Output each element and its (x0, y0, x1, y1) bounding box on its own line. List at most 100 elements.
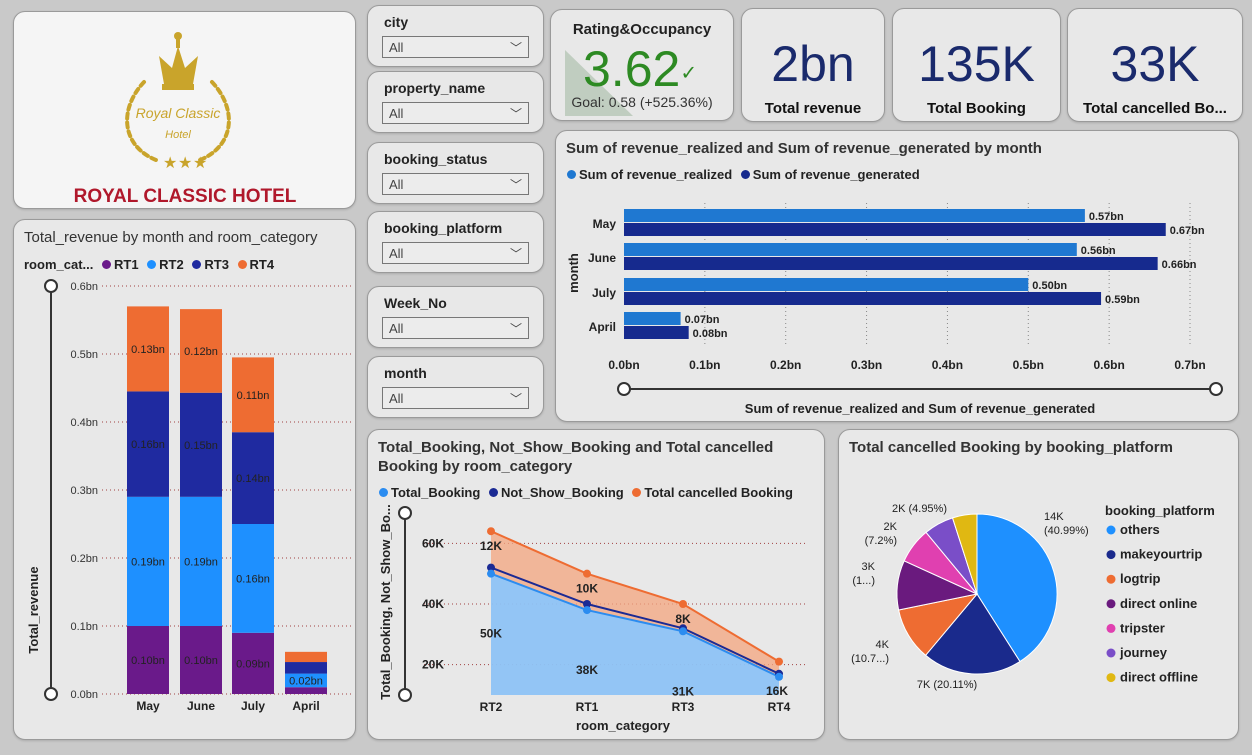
slider-handle-bottom[interactable] (44, 687, 58, 701)
data-label: 0.10bn (184, 655, 218, 667)
bar (624, 243, 1077, 256)
crown-icon (159, 32, 198, 90)
bar (624, 292, 1102, 305)
legend-item: makeyourtrip (1120, 547, 1202, 562)
slider-handle-left[interactable] (617, 382, 631, 396)
chevron-down-icon: ﹀ (509, 107, 522, 121)
y-axis-label: month (566, 253, 581, 293)
y-tick-label: July (592, 286, 616, 300)
slicer-week-no[interactable]: Week_No All ﹀ (367, 286, 544, 348)
legend-item: direct online (1120, 596, 1197, 611)
data-label: 0.09bn (236, 658, 270, 670)
x-tick-label: RT4 (768, 700, 791, 714)
booking-area-chart: Total_Booking, Not_Show_Bo... room_categ… (378, 504, 808, 733)
legend-dot (1106, 599, 1116, 609)
slicer-value: All (389, 106, 404, 121)
booking-area-card: Total_Booking, Not_Show_Booking and Tota… (367, 429, 825, 740)
kpi-rating-occupancy: Rating&Occupancy 3.62✓ Goal: 0.58 (+525.… (550, 9, 734, 121)
slicer-booking-platform[interactable]: booking_platform All ﹀ (367, 211, 544, 273)
data-label: 0.12bn (184, 346, 218, 358)
x-tick-label: May (136, 699, 160, 713)
slicer-value: All (389, 40, 404, 55)
slicer-city[interactable]: city All ﹀ (367, 5, 544, 67)
y-tick-label: 40K (422, 597, 444, 611)
slider-handle-top[interactable] (398, 506, 412, 520)
slicer-label: city (384, 14, 409, 30)
data-label: 0.07bn (685, 314, 720, 326)
slicer-booking-status[interactable]: booking_status All ﹀ (367, 142, 544, 204)
kpi-total-booking: 135K Total Booking (892, 8, 1061, 122)
data-label: 0.08bn (693, 328, 728, 340)
data-label: (1...) (852, 575, 875, 587)
x-tick-label: 0.2bn (770, 358, 801, 372)
slicer-label: booking_status (384, 151, 488, 167)
bar-segment (285, 662, 327, 674)
data-label: 8K (675, 612, 691, 626)
legend-dot (1106, 648, 1116, 658)
x-tick-label: RT1 (576, 700, 599, 714)
slicer-dropdown[interactable]: All ﹀ (382, 36, 529, 58)
data-label: 0.13bn (131, 344, 165, 356)
data-label: 3K (862, 561, 876, 573)
kpi-goal: Goal: 0.58 (+525.36%) (571, 94, 713, 110)
point-cancelled (775, 657, 783, 666)
slicer-dropdown[interactable]: All ﹀ (382, 317, 529, 339)
slicer-value: All (389, 177, 404, 192)
data-label: 0.15bn (184, 440, 218, 452)
y-axis-label: Total_revenue (26, 566, 41, 653)
data-label: 0.02bn (289, 675, 323, 687)
slicer-dropdown[interactable]: All ﹀ (382, 173, 529, 195)
chevron-down-icon: ﹀ (509, 247, 522, 261)
svg-text:★: ★ (178, 155, 192, 172)
bar-segment (285, 687, 327, 694)
laurel-wreath-icon (125, 80, 231, 162)
x-tick-label: July (241, 699, 265, 713)
data-label: 38K (576, 663, 598, 677)
slicer-dropdown[interactable]: All ﹀ (382, 102, 529, 124)
data-label: 0.16bn (131, 439, 165, 451)
slider-handle-bottom[interactable] (398, 688, 412, 702)
data-label: 50K (480, 627, 502, 641)
check-icon: ✓ (680, 62, 698, 85)
point-total-booking (679, 627, 687, 636)
point-total-booking (487, 569, 495, 578)
bar-segment (285, 651, 327, 663)
bar (624, 257, 1158, 270)
point-total-booking (775, 672, 783, 681)
data-label: 14K (1044, 511, 1064, 523)
y-tick-label: 20K (422, 658, 444, 672)
kpi-total-cancelled: 33K Total cancelled Bo... (1067, 8, 1243, 122)
data-label: 0.66bn (1162, 259, 1197, 271)
revenue-hbar-chart: month Sum of revenue_realized and Sum of… (566, 203, 1223, 416)
stars-icon: ★ ★ ★ (163, 155, 207, 172)
x-tick-label: RT2 (480, 700, 503, 714)
cancel-pie-card: Total cancelled Booking by booking_platf… (838, 429, 1239, 740)
slicer-month[interactable]: month All ﹀ (367, 356, 544, 418)
data-label: 0.19bn (184, 556, 218, 568)
y-tick-label: 60K (422, 536, 444, 550)
data-label: 2K (884, 521, 898, 533)
data-label: 0.57bn (1089, 211, 1124, 223)
slicer-dropdown[interactable]: All ﹀ (382, 242, 529, 264)
legend-dot (1106, 673, 1116, 683)
slider-handle-top[interactable] (44, 279, 58, 293)
data-label: 7K (20.11%) (917, 679, 977, 691)
legend-dot (1106, 623, 1116, 633)
slicer-property-name[interactable]: property_name All ﹀ (367, 71, 544, 133)
legend-item: logtrip (1120, 571, 1160, 586)
cancel-pie-chart: booking_platform 14K (40.99%) 7K (20.11%) 4… (851, 503, 1215, 691)
data-label: 0.56bn (1081, 245, 1116, 257)
y-tick-label: 0.4bn (70, 417, 98, 429)
x-tick-label: 0.0bn (608, 358, 639, 372)
y-tick-label: April (589, 320, 616, 334)
chevron-down-icon: ﹀ (509, 392, 522, 406)
x-tick-label: 0.6bn (1093, 358, 1124, 372)
legend-item: direct offline (1120, 670, 1198, 685)
slicer-value: All (389, 246, 404, 261)
slider-handle-right[interactable] (1209, 382, 1223, 396)
y-tick-label: 0.0bn (70, 689, 98, 701)
data-label: 0.67bn (1170, 225, 1205, 237)
data-label: 0.14bn (236, 473, 270, 485)
slicer-dropdown[interactable]: All ﹀ (382, 387, 529, 409)
data-label: 0.11bn (237, 390, 270, 402)
